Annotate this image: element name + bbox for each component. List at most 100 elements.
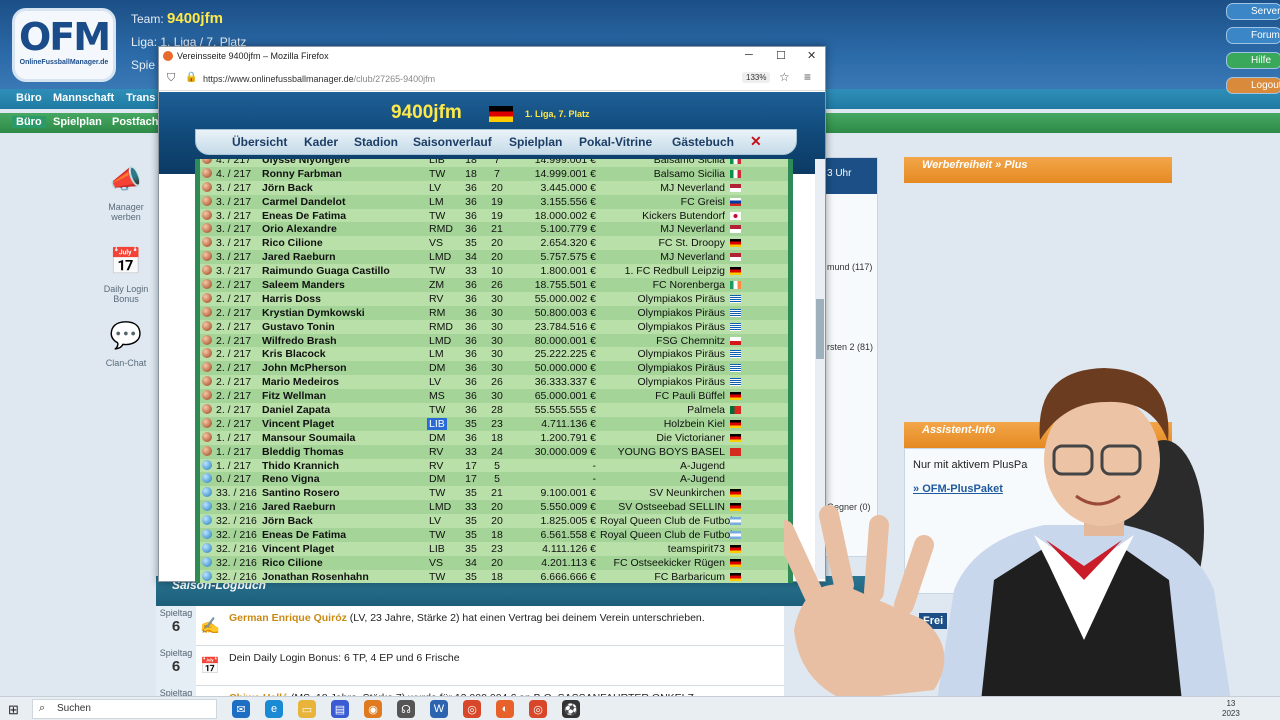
transfer-row[interactable]: 32. / 216 Jonathan Rosenhahn TW 35 18 6.666.6…: [200, 569, 788, 583]
player-name[interactable]: Orio Alexandre: [262, 223, 337, 235]
club-name[interactable]: FC Barbaricum: [600, 571, 725, 583]
player-name[interactable]: Bleddig Thomas: [262, 446, 344, 458]
close-icon[interactable]: ✕: [750, 133, 762, 150]
club-name[interactable]: SV Neunkirchen: [600, 487, 725, 499]
club-name[interactable]: Balsamo Sicilia: [600, 159, 725, 166]
player-name[interactable]: Krystian Dymkowski: [262, 307, 365, 319]
player-name[interactable]: Saleem Manders: [262, 279, 345, 291]
player-name[interactable]: John McPherson: [262, 362, 347, 374]
player-name[interactable]: Kris Blacock: [262, 348, 326, 360]
transfer-row[interactable]: 1. / 217 Thido Krannich RV 17 5 - A-Jugend: [200, 458, 788, 473]
transfer-row[interactable]: 2. / 217 Vincent Plaget LIB 35 23 4.711.136 €…: [200, 416, 788, 431]
club-name[interactable]: Die Victorianer: [600, 432, 725, 444]
tab-saisonverlauf[interactable]: Saisonverlauf: [413, 135, 492, 149]
club-name[interactable]: A-Jugend: [600, 473, 725, 485]
nav-buero[interactable]: Büro: [16, 92, 42, 104]
transfer-row[interactable]: 2. / 217 Fitz Wellman MS 36 30 65.000.001 € FC…: [200, 389, 788, 404]
tab-spielplan[interactable]: Spielplan: [509, 135, 562, 149]
player-name[interactable]: Santino Rosero: [262, 487, 340, 499]
transfer-row[interactable]: 2. / 217 Daniel Zapata TW 36 28 55.555.555 € P…: [200, 403, 788, 417]
transfer-row[interactable]: 4. / 217 Ronny Farbman TW 18 7 14.999.001 € Ba…: [200, 166, 788, 181]
player-name[interactable]: Reno Vigna: [262, 473, 320, 485]
player-name[interactable]: Thido Krannich: [262, 460, 339, 472]
club-name[interactable]: Balsamo Sicilia: [600, 168, 725, 180]
transfer-row[interactable]: 33. / 216 Santino Rosero TW 35 21 9.100.001 €…: [200, 486, 788, 501]
player-name[interactable]: Jonathan Rosenhahn: [262, 571, 369, 583]
club-name[interactable]: Olympiakos Piräus: [600, 362, 725, 374]
player-name[interactable]: Rico Cilione: [262, 237, 323, 249]
ofm-logo[interactable]: OFM OnlineFussballManager.de: [12, 8, 116, 82]
club-name[interactable]: Palmela: [600, 404, 725, 416]
subnav-buero[interactable]: Büro: [12, 116, 46, 128]
subnav-postfach[interactable]: Postfach: [112, 116, 158, 128]
word-icon[interactable]: W: [430, 700, 448, 718]
transfer-row[interactable]: 3. / 217 Eneas De Fatima TW 36 19 18.000.002 …: [200, 208, 788, 223]
club-name[interactable]: A-Jugend: [600, 460, 725, 472]
help-button[interactable]: Hilfe: [1226, 52, 1280, 69]
club-name[interactable]: FC Norenberga: [600, 279, 725, 291]
maximize-icon[interactable]: ☐: [776, 49, 786, 62]
transfer-row[interactable]: 32. / 216 Vincent Plaget LIB 35 23 4.111.126 …: [200, 541, 788, 556]
tab-kader[interactable]: Kader: [304, 135, 338, 149]
tab-stadion[interactable]: Stadion: [354, 135, 398, 149]
club-name[interactable]: FC Ostseekicker Rügen: [600, 557, 725, 569]
transfer-row[interactable]: 2. / 217 Kris Blacock LM 36 30 25.222.225 € Ol…: [200, 347, 788, 362]
shield-icon[interactable]: ⛉: [167, 72, 175, 85]
transfer-row[interactable]: 2. / 217 Mario Medeiros LV 36 26 36.333.337 €…: [200, 375, 788, 390]
transfer-row[interactable]: 32. / 216 Rico Cilione VS 34 20 4.201.113 € FC…: [200, 555, 788, 570]
club-name[interactable]: teamspirit73: [600, 543, 725, 555]
player-name[interactable]: Jared Raeburn: [262, 251, 336, 263]
minimize-icon[interactable]: ─: [745, 49, 753, 61]
transfer-row[interactable]: 32. / 216 Eneas De Fatima TW 35 18 6.561.558 …: [200, 528, 788, 542]
transfer-row[interactable]: 4. / 217 Ulysse Niyongere LIB 18 7 14.999.001…: [200, 159, 788, 167]
taskbar-search[interactable]: ⌕ Suchen: [32, 699, 217, 719]
edge-icon[interactable]: e: [265, 700, 283, 718]
player-name[interactable]: Eneas De Fatima: [262, 529, 346, 541]
transfer-row[interactable]: 3. / 217 Raimundo Guaga Castillo TW 33 10 1.8…: [200, 264, 788, 279]
nav-transfer[interactable]: Trans: [126, 92, 155, 104]
transfer-row[interactable]: 3. / 217 Jörn Back LV 36 20 3.445.000 € MJ Nev…: [200, 180, 788, 195]
server-button[interactable]: Server2: [1226, 3, 1280, 20]
player-name[interactable]: Harris Doss: [262, 293, 321, 305]
tab-pokal-vitrine[interactable]: Pokal-Vitrine: [579, 135, 652, 149]
transfer-row[interactable]: 32. / 216 Jörn Back LV 35 20 1.825.005 € Royal…: [200, 514, 788, 529]
club-name[interactable]: FC St. Droopy: [600, 237, 725, 249]
clan-chat[interactable]: 💬 Clan-Chat: [98, 316, 154, 368]
transfer-row[interactable]: 3. / 217 Orio Alexandre RMD 36 21 5.100.779 €…: [200, 222, 788, 237]
player-name[interactable]: Raimundo Guaga Castillo: [262, 265, 390, 277]
player-name[interactable]: Rico Cilione: [262, 557, 323, 569]
player-name[interactable]: Vincent Plaget: [262, 543, 334, 555]
transfer-row[interactable]: 33. / 216 Jared Raeburn LMD 33 20 5.550.009 €…: [200, 500, 788, 515]
transfer-row[interactable]: 2. / 217 Gustavo Tonin RMD 36 30 23.784.516 €…: [200, 319, 788, 334]
soccer-icon[interactable]: ⚽: [562, 700, 580, 718]
club-name[interactable]: Olympiakos Piräus: [600, 321, 725, 333]
club-name[interactable]: MJ Neverland: [600, 223, 725, 235]
app-icon[interactable]: ◉: [364, 700, 382, 718]
bookmark-star-icon[interactable]: ☆: [779, 70, 790, 84]
player-name[interactable]: Gustavo Tonin: [262, 321, 335, 333]
player-name[interactable]: Eneas De Fatima: [262, 210, 346, 222]
transfer-row[interactable]: 2. / 217 John McPherson DM 36 30 50.000.000 €…: [200, 361, 788, 376]
transfer-row[interactable]: 2. / 217 Wilfredo Brash LMD 36 30 80.000.001 …: [200, 333, 788, 348]
club-name[interactable]: Olympiakos Piräus: [600, 376, 725, 388]
club-name[interactable]: Kickers Butendorf: [600, 210, 725, 222]
player-name[interactable]: Daniel Zapata: [262, 404, 330, 416]
club-name[interactable]: FSG Chemnitz: [600, 335, 725, 347]
transfer-row[interactable]: 1. / 217 Bleddig Thomas RV 33 24 30.000.009 €…: [200, 444, 788, 459]
tab-uebersicht[interactable]: Übersicht: [232, 135, 287, 149]
player-name[interactable]: Ulysse Niyongere: [262, 159, 350, 166]
player-name[interactable]: Mansour Soumaila: [262, 432, 355, 444]
store-icon[interactable]: ▤: [331, 700, 349, 718]
daily-login-bonus[interactable]: 📅 Daily Login Bonus: [98, 242, 154, 304]
club-name[interactable]: Royal Queen Club de Futbol: [600, 529, 733, 541]
chrome-icon[interactable]: ◎: [463, 700, 481, 718]
player-name[interactable]: Ronny Farbman: [262, 168, 342, 180]
subnav-spielplan[interactable]: Spielplan: [53, 116, 102, 128]
player-name[interactable]: Mario Medeiros: [262, 376, 339, 388]
transfer-row[interactable]: 3. / 217 Jared Raeburn LMD 34 20 5.757.575 € M…: [200, 250, 788, 265]
explorer-icon[interactable]: ▭: [298, 700, 316, 718]
manager-werben[interactable]: 📣 Manager werben: [98, 160, 154, 222]
club-name[interactable]: Olympiakos Piräus: [600, 307, 725, 319]
firefox-taskbar-icon[interactable]: ◐: [496, 700, 514, 718]
werbefreiheit-header[interactable]: Werbefreiheit » Plus: [904, 157, 1172, 183]
